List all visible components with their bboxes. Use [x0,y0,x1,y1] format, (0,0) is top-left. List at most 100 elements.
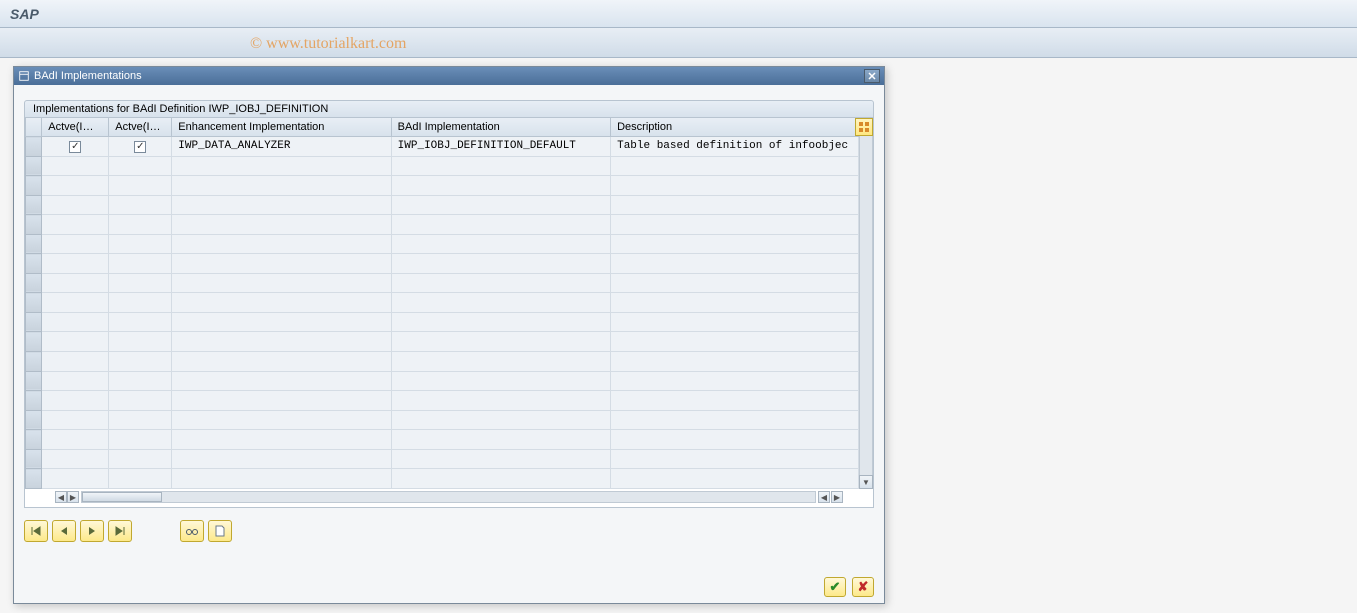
cell-active-img[interactable] [42,156,109,176]
cell-badi-implementation[interactable] [391,391,610,411]
cell-active-im[interactable] [109,195,172,215]
cell-badi-implementation[interactable] [391,156,610,176]
ok-button[interactable]: ✔ [824,577,846,597]
cell-enhancement-implementation[interactable] [172,449,391,469]
cell-enhancement-implementation[interactable]: IWP_DATA_ANALYZER [172,137,391,157]
cell-badi-implementation[interactable] [391,234,610,254]
table-row[interactable] [26,332,859,352]
cell-active-img[interactable] [42,234,109,254]
cell-description[interactable] [611,352,859,372]
cell-active-img[interactable] [42,254,109,274]
table-row[interactable] [26,195,859,215]
cell-description[interactable] [611,469,859,489]
cell-active-img[interactable] [42,137,109,157]
table-row[interactable] [26,430,859,450]
vertical-scrollbar[interactable]: ▲ ▼ [859,118,873,489]
cell-enhancement-implementation[interactable] [172,410,391,430]
cell-active-img[interactable] [42,312,109,332]
row-selector[interactable] [26,176,42,196]
col-enhancement-implementation[interactable]: Enhancement Implementation [172,118,391,137]
cell-active-img[interactable] [42,410,109,430]
cell-badi-implementation[interactable] [391,312,610,332]
cell-enhancement-implementation[interactable] [172,352,391,372]
cell-active-im[interactable] [109,254,172,274]
cell-description[interactable] [611,312,859,332]
table-row[interactable]: IWP_DATA_ANALYZERIWP_IOBJ_DEFINITION_DEF… [26,137,859,157]
create-button[interactable] [208,520,232,542]
cell-active-im[interactable] [109,391,172,411]
vscroll-track[interactable] [859,132,873,475]
table-row[interactable] [26,449,859,469]
cell-enhancement-implementation[interactable] [172,273,391,293]
cell-badi-implementation[interactable] [391,254,610,274]
dialog-titlebar[interactable]: BAdI Implementations [14,67,884,85]
cell-active-img[interactable] [42,215,109,235]
scroll-right-end-icon[interactable]: ▶ [831,491,843,503]
cell-active-img[interactable] [42,391,109,411]
cell-badi-implementation[interactable]: IWP_IOBJ_DEFINITION_DEFAULT [391,137,610,157]
cell-description[interactable] [611,410,859,430]
cell-badi-implementation[interactable] [391,273,610,293]
cell-badi-implementation[interactable] [391,430,610,450]
cell-description[interactable] [611,254,859,274]
table-row[interactable] [26,293,859,313]
table-row[interactable] [26,352,859,372]
cell-enhancement-implementation[interactable] [172,195,391,215]
cell-enhancement-implementation[interactable] [172,391,391,411]
nav-prev-button[interactable] [52,520,76,542]
checkbox-icon[interactable] [69,141,81,153]
row-selector[interactable] [26,195,42,215]
table-row[interactable] [26,410,859,430]
cell-enhancement-implementation[interactable] [172,176,391,196]
display-change-button[interactable] [180,520,204,542]
table-row[interactable] [26,234,859,254]
checkbox-icon[interactable] [134,141,146,153]
cell-active-img[interactable] [42,469,109,489]
cell-enhancement-implementation[interactable] [172,332,391,352]
cell-active-im[interactable] [109,176,172,196]
cell-badi-implementation[interactable] [391,195,610,215]
cell-description[interactable] [611,156,859,176]
cell-enhancement-implementation[interactable] [172,215,391,235]
cell-active-img[interactable] [42,449,109,469]
cell-enhancement-implementation[interactable] [172,430,391,450]
cell-badi-implementation[interactable] [391,371,610,391]
cell-active-im[interactable] [109,312,172,332]
row-selector[interactable] [26,449,42,469]
table-row[interactable] [26,273,859,293]
row-selector[interactable] [26,293,42,313]
nav-next-button[interactable] [80,520,104,542]
row-selector[interactable] [26,254,42,274]
cell-active-im[interactable] [109,156,172,176]
cell-badi-implementation[interactable] [391,215,610,235]
row-selector[interactable] [26,332,42,352]
cell-active-img[interactable] [42,371,109,391]
cell-badi-implementation[interactable] [391,410,610,430]
row-selector[interactable] [26,273,42,293]
cell-active-im[interactable] [109,352,172,372]
cell-active-im[interactable] [109,293,172,313]
cell-active-im[interactable] [109,469,172,489]
row-selector[interactable] [26,215,42,235]
cell-badi-implementation[interactable] [391,332,610,352]
cell-active-im[interactable] [109,430,172,450]
hscroll-thumb[interactable] [82,492,162,502]
cell-active-img[interactable] [42,273,109,293]
table-row[interactable] [26,215,859,235]
cell-active-im[interactable] [109,234,172,254]
table-row[interactable] [26,312,859,332]
col-rowselect[interactable] [26,118,42,137]
cell-active-img[interactable] [42,195,109,215]
cell-enhancement-implementation[interactable] [172,371,391,391]
cell-active-img[interactable] [42,430,109,450]
cell-description[interactable] [611,215,859,235]
cell-enhancement-implementation[interactable] [172,234,391,254]
cell-badi-implementation[interactable] [391,449,610,469]
cell-description[interactable] [611,176,859,196]
row-selector[interactable] [26,469,42,489]
cell-active-img[interactable] [42,352,109,372]
cell-description[interactable] [611,391,859,411]
cell-active-im[interactable] [109,332,172,352]
scroll-left-end-icon[interactable]: ◀ [818,491,830,503]
scroll-left-arrow-icon[interactable]: ◀ [55,491,67,503]
